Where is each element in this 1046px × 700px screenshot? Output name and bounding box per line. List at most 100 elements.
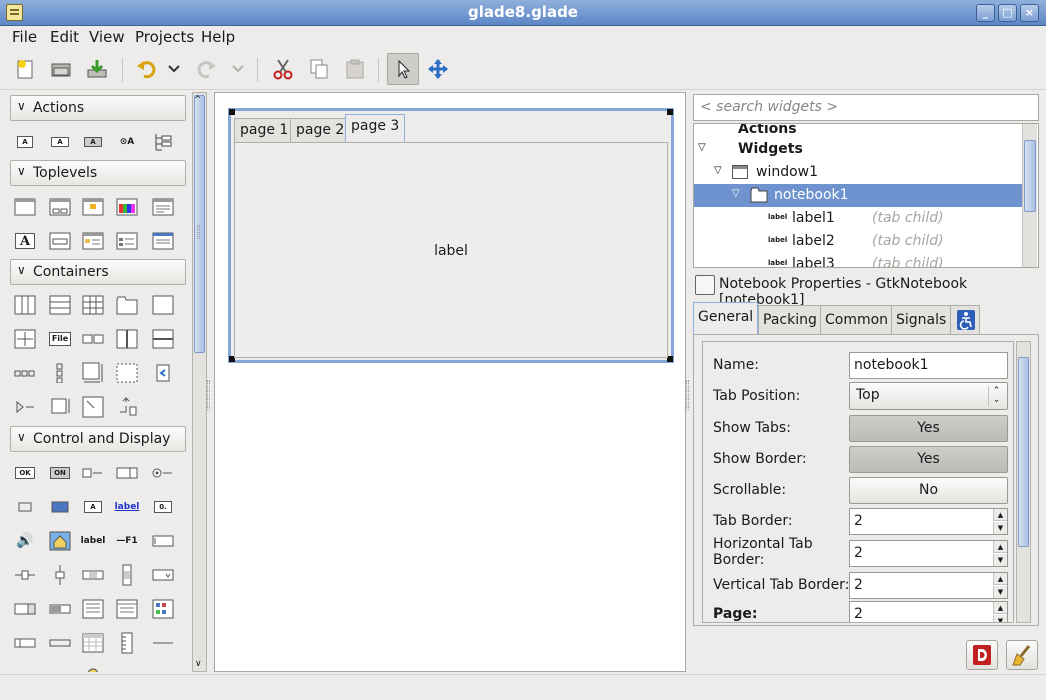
button-icon[interactable]: OK [12, 461, 38, 485]
cut-icon[interactable] [268, 54, 298, 84]
notebook-tab-page1[interactable]: page 1 [234, 118, 295, 143]
combo-entry-icon[interactable] [12, 597, 38, 621]
ruler-icon[interactable] [114, 631, 140, 655]
statusbar-icon[interactable] [12, 631, 38, 655]
properties-scrollbar-thumb[interactable] [1018, 357, 1029, 547]
palette-section-control-and-display[interactable]: ∨ Control and Display [10, 426, 186, 452]
font-selection-dialog-icon[interactable]: A [12, 229, 38, 253]
page-spin[interactable]: 2 ▲ ▼ [849, 601, 1008, 622]
spin-button-icon[interactable] [114, 461, 140, 485]
new-icon[interactable] [10, 54, 40, 84]
scroll-down-icon[interactable]: ∨ [195, 659, 202, 669]
tree-row-label2[interactable]: label label2 (tab child) [694, 230, 1022, 253]
copy-icon[interactable] [304, 54, 334, 84]
recent-chooser-dialog-icon[interactable] [114, 229, 140, 253]
undo-dropdown-icon[interactable] [162, 54, 186, 84]
vbox-icon[interactable] [47, 293, 73, 317]
fixed-icon[interactable] [12, 327, 38, 351]
show-border-toggle[interactable]: Yes [849, 446, 1008, 473]
notebook-tab-page2[interactable]: page 2 [290, 118, 351, 143]
volume-button-icon[interactable]: 🔊 [12, 529, 38, 553]
entry-icon[interactable] [47, 495, 73, 519]
scroll-up-icon[interactable]: ^ [194, 95, 202, 105]
tab-general[interactable]: General [693, 302, 759, 335]
palette-scrollbar[interactable]: ^ ∨ [192, 92, 207, 672]
action-group-icon[interactable] [150, 130, 176, 154]
viewport-icon[interactable] [114, 361, 140, 385]
menu-help[interactable]: Help [199, 28, 237, 46]
plain-label-icon[interactable]: label [80, 529, 106, 553]
progress-bar-icon[interactable] [47, 597, 73, 621]
event-box-icon[interactable] [47, 395, 73, 419]
spin-up-icon[interactable]: ▲ [993, 573, 1007, 585]
expander-open-icon[interactable]: ▽ [732, 188, 740, 199]
notebook-icon[interactable] [114, 293, 140, 317]
home-image-icon[interactable] [47, 529, 73, 553]
spin-down-icon[interactable]: ▼ [993, 522, 1007, 534]
palette-section-containers[interactable]: ∨ Containers [10, 259, 186, 285]
toggle-button-icon[interactable]: ON [47, 461, 73, 485]
clear-button[interactable] [1006, 640, 1038, 670]
calendar-icon[interactable] [80, 631, 106, 655]
message-dialog-icon[interactable] [80, 195, 106, 219]
check-button-icon[interactable] [80, 461, 106, 485]
hscrollbar-icon[interactable] [80, 563, 106, 587]
maximize-button[interactable]: □ [998, 4, 1017, 22]
resize-handle[interactable] [229, 109, 235, 115]
link-button-icon[interactable]: label [114, 495, 140, 519]
palette-section-actions[interactable]: ∨ Actions [10, 95, 186, 121]
show-tabs-toggle[interactable]: Yes [849, 415, 1008, 442]
tree-scrollbar-thumb[interactable] [1024, 140, 1036, 212]
layout-icon[interactable] [80, 395, 106, 419]
scrollable-toggle[interactable]: No [849, 477, 1008, 504]
label-icon[interactable]: A [80, 495, 106, 519]
notebook-widget[interactable]: page 1 page 2 page 3 label [228, 108, 674, 363]
dialog-icon[interactable] [47, 195, 73, 219]
hbox-icon[interactable] [12, 293, 38, 317]
input-dialog-icon[interactable] [47, 229, 73, 253]
tab-packing[interactable]: Packing [758, 305, 822, 334]
tree-row-window1[interactable]: ▽ window1 [694, 161, 1022, 184]
handle-box-icon[interactable] [114, 395, 140, 419]
menu-bar-icon[interactable] [47, 631, 73, 655]
text-view-icon[interactable] [80, 597, 106, 621]
pane-grip[interactable] [207, 380, 210, 410]
frame-icon[interactable] [150, 293, 176, 317]
tab-accessibility[interactable] [950, 305, 980, 334]
hpaned-icon[interactable] [114, 327, 140, 351]
devhelp-button[interactable] [966, 640, 998, 670]
resize-handle[interactable] [667, 109, 673, 115]
button-box-icon[interactable] [80, 327, 106, 351]
tree-row-widgets[interactable]: ▽ Widgets [694, 138, 1022, 161]
tab-position-combo[interactable]: Top ⌃ ⌄ [849, 382, 1008, 410]
vertical-tab-border-spin[interactable]: 2 ▲ ▼ [849, 572, 1008, 599]
spin-down-icon[interactable]: ▼ [993, 586, 1007, 598]
open-icon[interactable] [46, 54, 76, 84]
tree-row-notebook1[interactable]: ▽ notebook1 [694, 184, 1022, 207]
spin-entry-icon[interactable]: 0. [150, 495, 176, 519]
pane-grip[interactable] [197, 225, 200, 239]
vscrollbar-icon[interactable] [114, 563, 140, 587]
icon-view-icon[interactable] [150, 597, 176, 621]
pane-grip[interactable] [686, 380, 689, 410]
select-pointer-icon[interactable] [387, 53, 419, 85]
notebook-tab-page3[interactable]: page 3 [345, 114, 406, 142]
minimize-button[interactable]: _ [976, 4, 995, 22]
spin-up-icon[interactable]: ▲ [993, 541, 1007, 553]
spin-up-icon[interactable]: ▲ [993, 602, 1007, 614]
name-field[interactable]: notebook1 [849, 352, 1008, 379]
vbox-dotted-icon[interactable] [47, 361, 73, 385]
save-icon[interactable] [82, 54, 112, 84]
tab-common[interactable]: Common [820, 305, 894, 334]
tab-signals[interactable]: Signals [891, 305, 952, 334]
hseparator-icon[interactable] [150, 631, 176, 655]
close-button[interactable]: × [1020, 4, 1039, 22]
table-icon[interactable] [80, 293, 106, 317]
accel-label-icon[interactable]: —F1 [114, 529, 140, 553]
hscale-icon[interactable] [12, 563, 38, 587]
expander-open-icon[interactable]: ▽ [714, 165, 722, 176]
design-canvas[interactable]: page 1 page 2 page 3 label [214, 92, 686, 672]
text-entry-icon[interactable] [150, 529, 176, 553]
expander-icon[interactable] [12, 395, 38, 419]
image-icon[interactable] [12, 495, 38, 519]
